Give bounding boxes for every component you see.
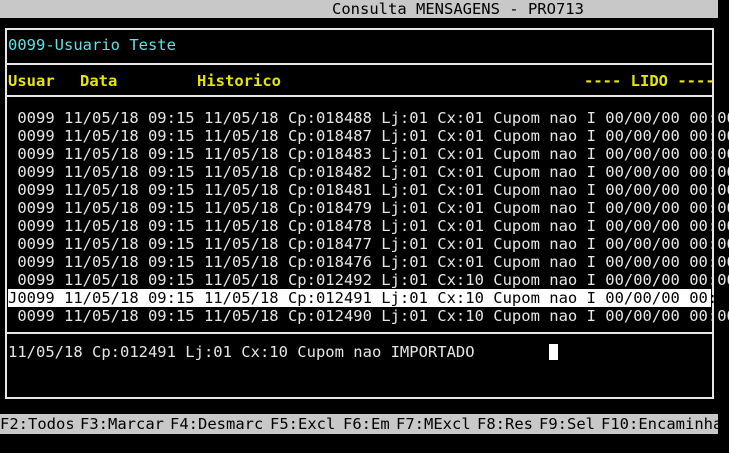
column-header-divider [5, 95, 714, 97]
message-text: 0099 11/05/18 09:15 11/05/18 Cp:012490 L… [8, 307, 729, 325]
message-row[interactable]: 0099 11/05/18 09:15 11/05/18 Cp:018477 L… [8, 235, 729, 253]
message-text: 0099 11/05/18 09:15 11/05/18 Cp:018483 L… [8, 145, 729, 163]
message-row[interactable]: 0099 11/05/18 09:15 11/05/18 Cp:018476 L… [8, 253, 729, 271]
function-key-bar: F2:Todos F3:Marcar F4:Desmarc F5:Excl F6… [0, 414, 718, 434]
list-divider [5, 332, 714, 334]
header-divider [5, 63, 714, 65]
message-row[interactable]: 0099 11/05/18 09:15 11/05/18 Cp:018487 L… [8, 127, 729, 145]
title-bar: Consulta MENSAGENS - PRO713 [0, 0, 718, 18]
message-detail: 11/05/18 Cp:012491 Lj:01 Cx:10 Cupom nao… [8, 343, 475, 361]
message-text: 0099 11/05/18 09:15 11/05/18 Cp:018478 L… [8, 217, 729, 235]
message-row[interactable]: 0099 11/05/18 09:15 11/05/18 Cp:012492 L… [8, 271, 729, 289]
terminal-screen: { "window": { "title": "Consulta MENSAGE… [0, 0, 729, 453]
message-text: 0099 11/05/18 09:15 11/05/18 Cp:018482 L… [8, 163, 729, 181]
f5-excl-key[interactable]: F5:Excl [270, 414, 335, 434]
message-row[interactable]: 0099 11/05/18 09:15 11/05/18 Cp:018479 L… [8, 199, 729, 217]
message-row[interactable]: 0099 11/05/18 09:15 11/05/18 Cp:018482 L… [8, 163, 729, 181]
column-header-lido: ---- LIDO ---- [584, 72, 715, 90]
column-header-data: Data [80, 72, 118, 90]
window-title: Consulta MENSAGENS - PRO713 [332, 0, 584, 18]
message-row[interactable]: 0099 11/05/18 09:15 11/05/18 Cp:018481 L… [8, 181, 729, 199]
user-header: 0099-Usuario Teste [8, 36, 176, 54]
message-row-selected[interactable]: J0099 11/05/18 09:15 11/05/18 Cp:012491 … [8, 289, 729, 307]
column-header-historico: Historico [197, 72, 281, 90]
message-row[interactable]: 0099 11/05/18 09:15 11/05/18 Cp:012490 L… [8, 307, 729, 325]
f2-todos-key[interactable]: F2:Todos [0, 414, 75, 434]
f4-desmarc-key[interactable]: F4:Desmarc [170, 414, 263, 434]
message-text: 0099 11/05/18 09:15 11/05/18 Cp:018487 L… [8, 127, 729, 145]
f10-encaminha-key[interactable]: F10:Encaminha [601, 414, 718, 434]
message-text: J0099 11/05/18 09:15 11/05/18 Cp:012491 … [8, 289, 729, 307]
message-text: 0099 11/05/18 09:15 11/05/18 Cp:018477 L… [8, 235, 729, 253]
text-cursor [549, 344, 558, 360]
f7-mexcl-key[interactable]: F7:MExcl [396, 414, 471, 434]
message-row[interactable]: 0099 11/05/18 09:15 11/05/18 Cp:018478 L… [8, 217, 729, 235]
message-text: 0099 11/05/18 09:15 11/05/18 Cp:018488 L… [8, 109, 729, 127]
f9-sel-key[interactable]: F9:Sel [539, 414, 595, 434]
message-text: 0099 11/05/18 09:15 11/05/18 Cp:012492 L… [8, 271, 729, 289]
message-text: 0099 11/05/18 09:15 11/05/18 Cp:018479 L… [8, 199, 729, 217]
message-text: 0099 11/05/18 09:15 11/05/18 Cp:018481 L… [8, 181, 729, 199]
message-text: 0099 11/05/18 09:15 11/05/18 Cp:018476 L… [8, 253, 729, 271]
f6-em-key[interactable]: F6:Em [343, 414, 390, 434]
column-header-usuar: Usuar [8, 72, 55, 90]
message-row[interactable]: 0099 11/05/18 09:15 11/05/18 Cp:018483 L… [8, 145, 729, 163]
f3-marcar-key[interactable]: F3:Marcar [80, 414, 164, 434]
f8-res-key[interactable]: F8:Res [477, 414, 533, 434]
message-row[interactable]: 0099 11/05/18 09:15 11/05/18 Cp:018488 L… [8, 109, 729, 127]
